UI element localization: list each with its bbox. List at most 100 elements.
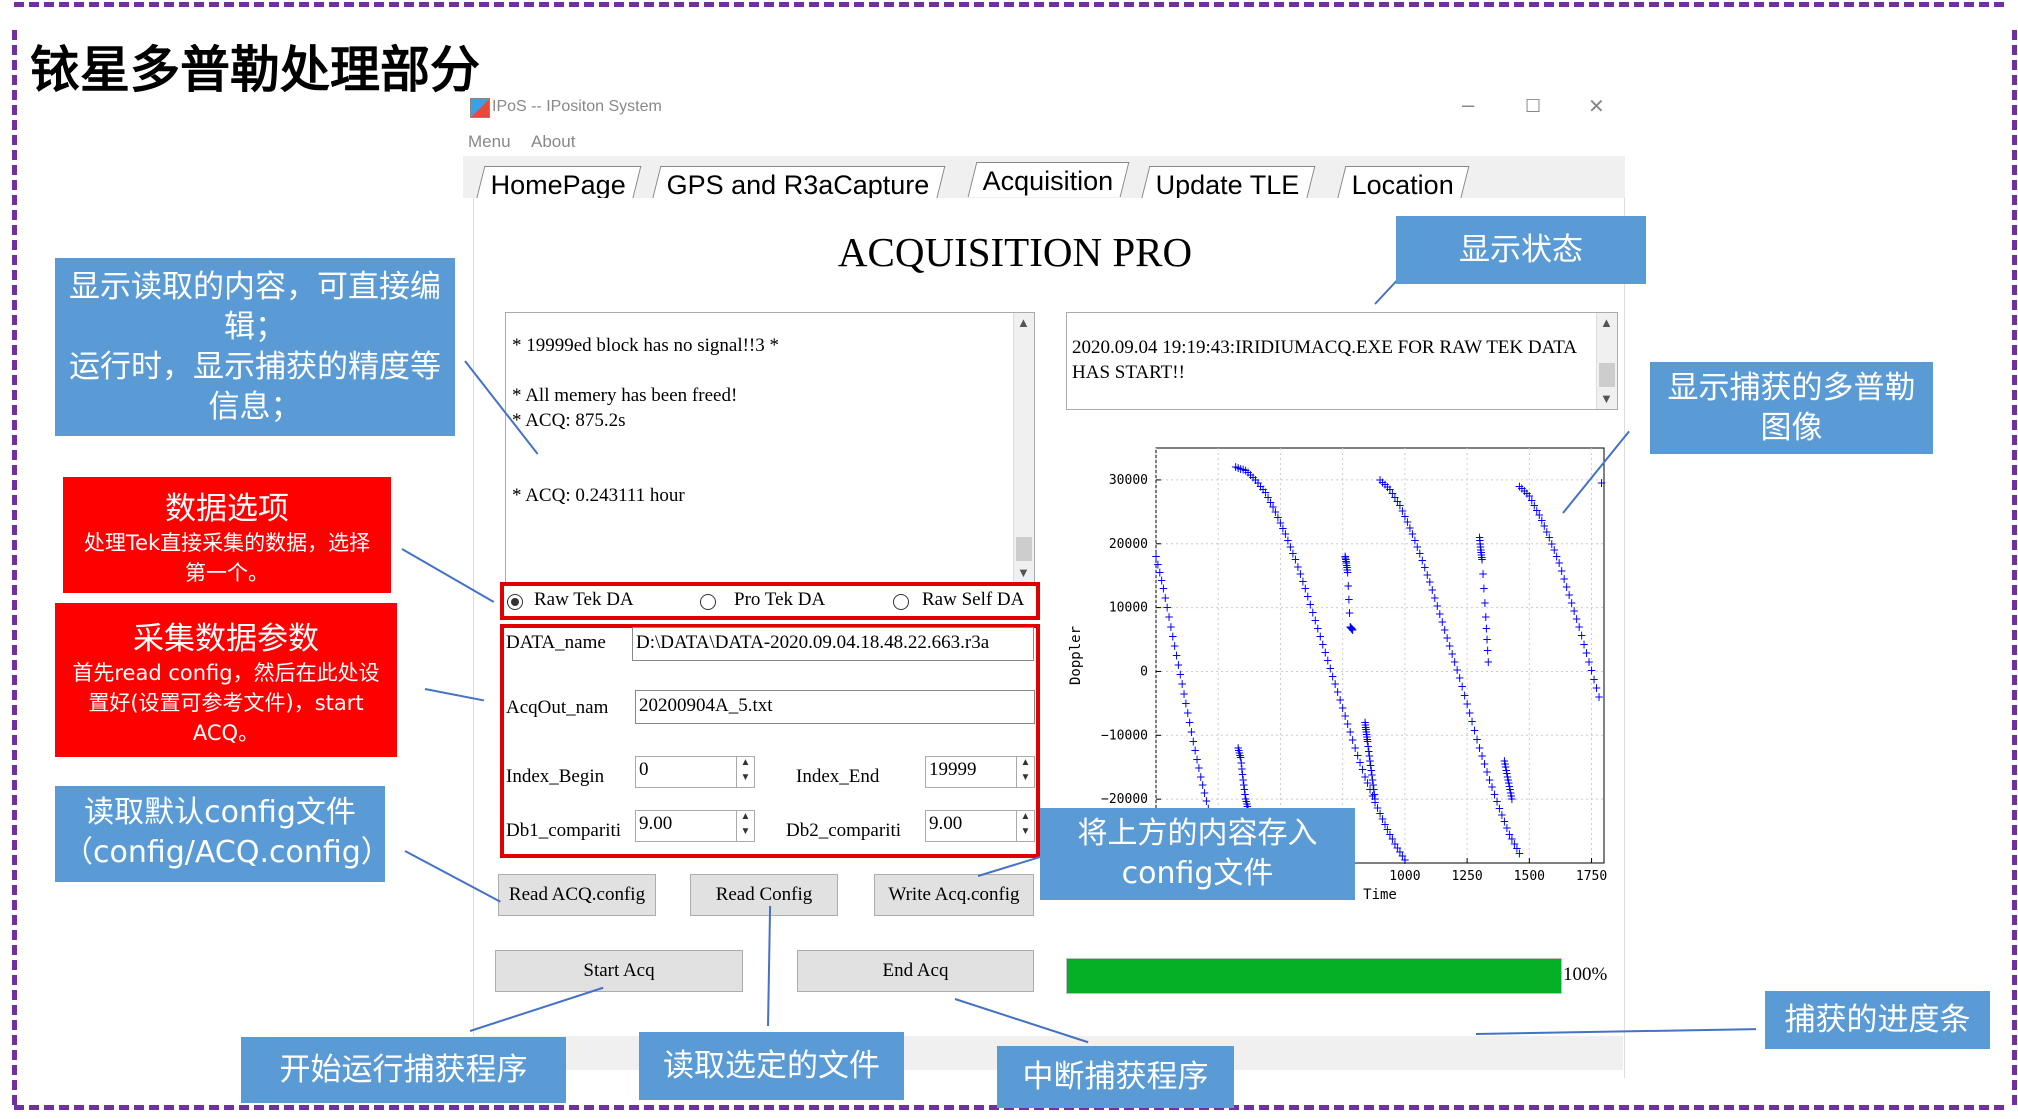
data-point: + (1348, 623, 1358, 637)
data-name-input[interactable]: D:\DATA\DATA-2020.09.04.18.48.22.663.r3a (632, 627, 1034, 661)
write-acq-config-button[interactable]: Write Acq.config (874, 874, 1034, 916)
spin-down-icon[interactable]: ▼ (1016, 772, 1034, 787)
data-point: + (1344, 606, 1354, 620)
y-tick-label: 20000 (1109, 537, 1148, 552)
end-acq-button[interactable]: End Acq (797, 950, 1034, 992)
spin-up-icon[interactable]: ▲ (736, 757, 754, 772)
tab-homepage[interactable]: HomePage (475, 166, 642, 201)
slide-title: 铱星多普勒处理部分 (30, 41, 480, 99)
close-icon[interactable]: ✕ (1588, 94, 1605, 119)
page-heading: ACQUISITION PRO (837, 229, 1193, 275)
menu-item-about[interactable]: About (531, 132, 575, 152)
progress-fill (1067, 959, 1561, 993)
log-lines: * 19999ed block has no signal!!3 * * All… (512, 333, 779, 508)
progress-label: 100% (1563, 964, 1608, 985)
scroll-thumb[interactable] (1599, 363, 1615, 387)
spin-up-icon[interactable]: ▲ (1016, 757, 1034, 772)
scroll-up-icon[interactable]: ▲ (1600, 315, 1613, 331)
data-point: + (1343, 566, 1353, 580)
x-tick-label: 1750 (1576, 869, 1607, 884)
note-params-body: 首先read config，然后在此处设置好(设置可参考文件)，start AC… (72, 661, 380, 745)
data-point: + (1479, 581, 1489, 595)
spin-up-icon[interactable]: ▲ (736, 811, 754, 826)
index-end-label: Index_End (796, 766, 880, 787)
note-read-selected: 读取选定的文件 (639, 1032, 904, 1100)
index-begin-label: Index_Begin (506, 766, 605, 787)
radio-pro-tek[interactable] (700, 594, 716, 610)
note-doppler-image: 显示捕获的多普勒图像 (1650, 362, 1933, 454)
index-end-value: 19999 (929, 759, 977, 780)
minimize-icon[interactable]: – (1462, 92, 1474, 118)
scroll-down-icon[interactable]: ▼ (1600, 391, 1613, 407)
y-tick-label: 0 (1140, 664, 1148, 679)
x-tick-label: 1250 (1451, 869, 1482, 884)
scroll-thumb[interactable] (1016, 537, 1032, 561)
x-tick-label: 1000 (1389, 869, 1420, 884)
note-display-content: 显示读取的内容，可直接编辑； 运行时，显示捕获的精度等信息； (55, 258, 455, 436)
tab-location[interactable]: Location (1336, 166, 1470, 201)
menu-item-menu[interactable]: Menu (468, 132, 511, 152)
index-end-stepper[interactable]: 19999 ▲ ▼ (925, 756, 1035, 788)
x-axis-label: Time (1363, 887, 1397, 903)
db1-label: Db1_compariti (506, 820, 622, 841)
data-point: + (1480, 596, 1490, 610)
tab-update-tle[interactable]: Update TLE (1140, 166, 1315, 201)
index-begin-stepper[interactable]: 0 ▲ ▼ (635, 756, 755, 788)
slide-border-left (12, 30, 17, 1105)
data-name-label: DATA_name (506, 632, 606, 653)
spin-down-icon[interactable]: ▼ (1016, 826, 1034, 841)
data-point: + (1370, 792, 1380, 806)
y-tick-label: 10000 (1109, 601, 1148, 616)
acqout-label: AcqOut_nam (506, 697, 609, 718)
read-acq-config-button[interactable]: Read ACQ.config (498, 874, 656, 916)
note-stop-program: 中断捕获程序 (997, 1046, 1234, 1108)
note-data-option: 数据选项 处理Tek直接采集的数据，选择第一个。 (63, 477, 391, 593)
spin-down-icon[interactable]: ▼ (736, 772, 754, 787)
read-config-button[interactable]: Read Config (690, 874, 838, 916)
data-point: + (1343, 579, 1353, 593)
data-point: + (1596, 476, 1606, 490)
spin-up-icon[interactable]: ▲ (1016, 811, 1034, 826)
slide-border-right (2012, 30, 2017, 1105)
data-point: + (1400, 853, 1410, 867)
tab-acquisition[interactable]: Acquisition (967, 162, 1129, 197)
radio-raw-self[interactable] (893, 594, 909, 610)
slide-border-top (14, 2, 2004, 7)
y-tick-label: −20000 (1101, 792, 1148, 807)
note-data-option-title: 数据选项 (165, 491, 289, 527)
scroll-up-icon[interactable]: ▲ (1017, 315, 1030, 331)
status-text: 2020.09.04 19:19:43:IRIDIUMACQ.EXE FOR R… (1072, 337, 1576, 383)
db1-stepper[interactable]: 9.00 ▲ ▼ (635, 810, 755, 842)
note-params: 采集数据参数 首先read config，然后在此处设置好(设置可参考文件)，s… (55, 603, 397, 757)
progress-bar (1066, 958, 1562, 994)
note-status: 显示状态 (1396, 216, 1646, 284)
note-start-program: 开始运行捕获程序 (241, 1037, 566, 1103)
log-textbox[interactable]: * 19999ed block has no signal!!3 * * All… (505, 312, 1035, 584)
note-read-default: 读取默认config文件（config/ACQ.config） (55, 786, 391, 882)
db2-stepper[interactable]: 9.00 ▲ ▼ (925, 810, 1035, 842)
status-scrollbar[interactable]: ▲ ▼ (1596, 313, 1617, 409)
status-textbox[interactable]: 2020.09.04 19:19:43:IRIDIUMACQ.EXE FOR R… (1066, 312, 1618, 410)
log-scrollbar[interactable]: ▲ ▼ (1013, 313, 1034, 583)
radio-label-raw-self: Raw Self DA (922, 589, 1025, 610)
spin-down-icon[interactable]: ▼ (736, 826, 754, 841)
acqout-input[interactable]: 20200904A_5.txt (635, 690, 1035, 724)
radio-raw-tek[interactable] (507, 594, 523, 610)
log-line: * ACQ: 0.243111 hour (512, 485, 685, 506)
note-data-option-body: 处理Tek直接采集的数据，选择第一个。 (83, 531, 371, 585)
log-line: * All memery has been freed! (512, 385, 738, 406)
db1-value: 9.00 (639, 813, 673, 834)
tab-gps-r3acapture[interactable]: GPS and R3aCapture (651, 166, 946, 201)
data-point: + (1477, 553, 1487, 567)
y-tick-label: 30000 (1109, 473, 1148, 488)
data-point: + (1514, 846, 1524, 860)
maximize-icon[interactable]: ☐ (1525, 96, 1541, 117)
scroll-down-icon[interactable]: ▼ (1017, 565, 1030, 581)
window-title: IPoS -- IPositon System (492, 98, 662, 115)
note-save-config: 将上方的内容存入config文件 (1040, 808, 1355, 900)
note-params-title: 采集数据参数 (133, 621, 319, 657)
start-acq-button[interactable]: Start Acq (495, 950, 743, 992)
log-line: * ACQ: 875.2s (512, 410, 626, 431)
